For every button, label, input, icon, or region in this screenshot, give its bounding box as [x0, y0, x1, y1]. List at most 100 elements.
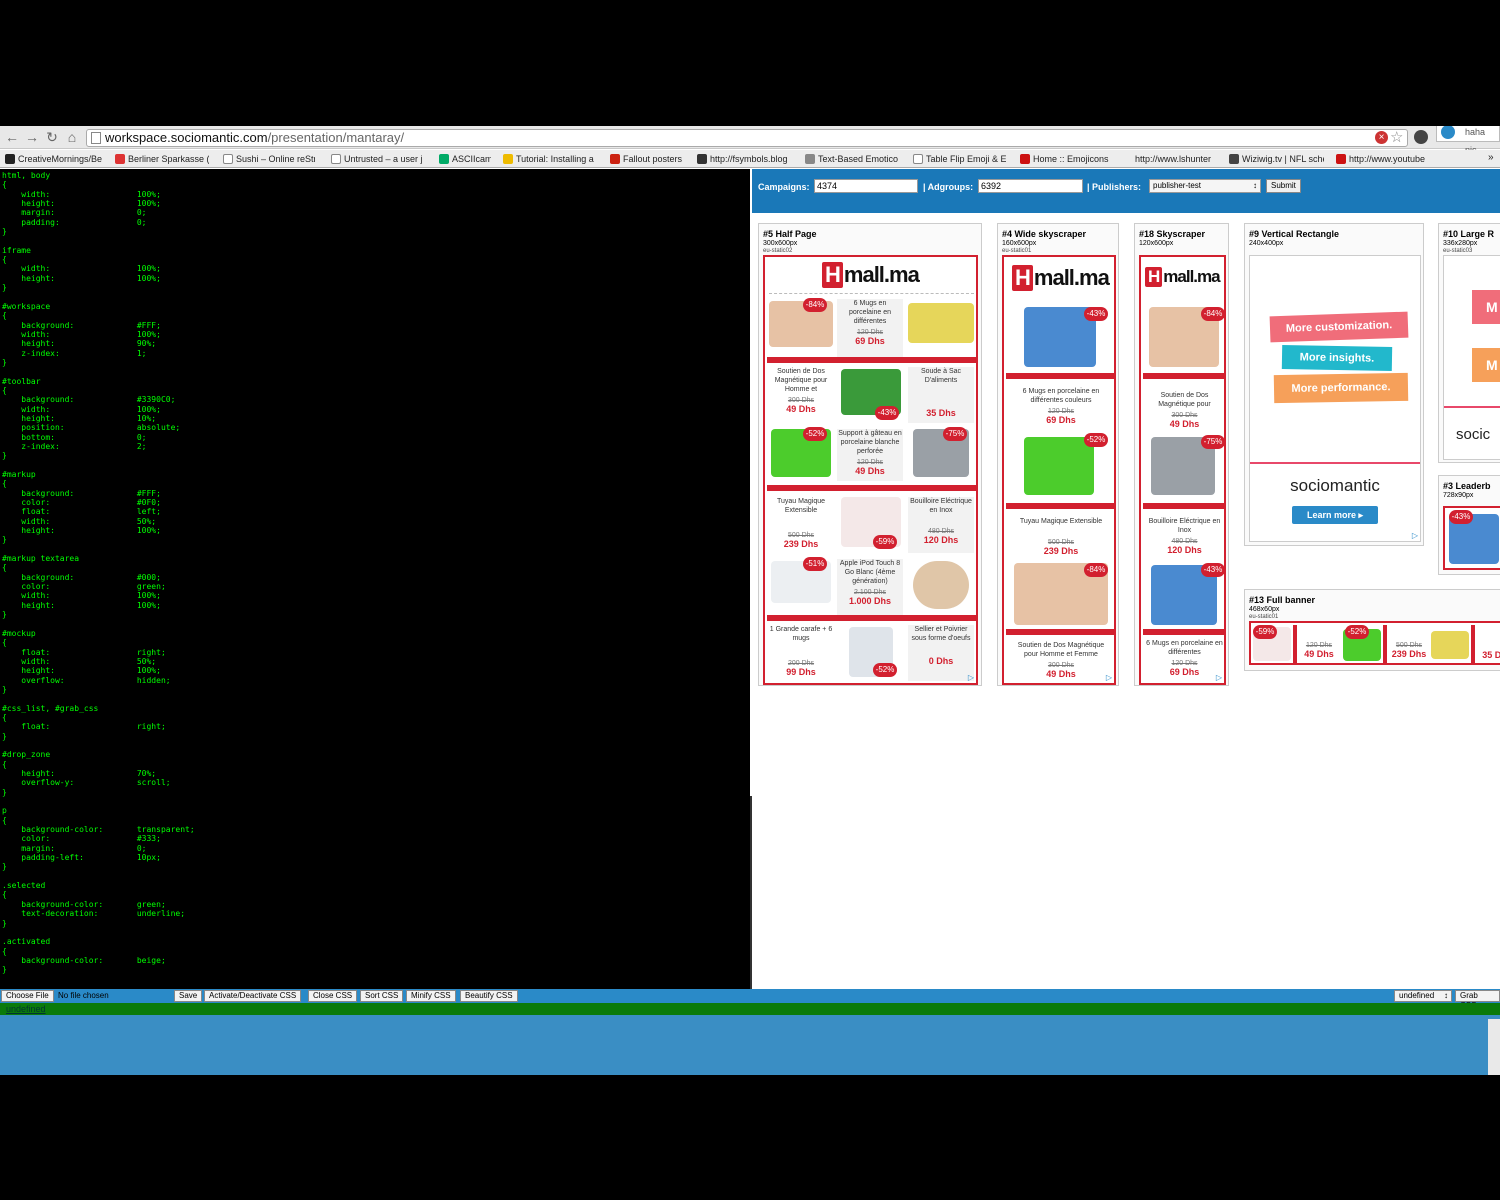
product-name: Sellier et Poivrier sous forme d'oeufs: [911, 626, 971, 642]
adgroups-input[interactable]: 6392: [978, 179, 1083, 193]
choose-file-button[interactable]: Choose File: [1, 990, 54, 1002]
hmall-ad-frame[interactable]: -43%: [1443, 506, 1500, 570]
bookmark-item[interactable]: http://fsymbols.blog: [697, 153, 793, 166]
product-new-price: 49 Dhs: [1169, 419, 1200, 429]
drop-zone-scrollbar[interactable]: [1488, 1019, 1500, 1075]
sort-css-button[interactable]: Sort CSS: [360, 990, 404, 1002]
bookmark-item[interactable]: CreativeMornings/Be: [5, 153, 103, 166]
product-cell-soutien[interactable]: Soutien de Dos Magnétique pour Homme et 3…: [769, 367, 833, 423]
product-cell-carafe[interactable]: 1 Grande carafe + 6 mugs 200 Dhs 99 Dhs: [769, 625, 833, 681]
ad-wide-skyscraper: #4 Wide skyscraper 160x600px eu-static01…: [997, 223, 1119, 686]
product-cell-mugs[interactable]: 6 Mugs en porcelaine en différentes coul…: [1010, 387, 1112, 433]
grab-css-button[interactable]: Grab CSS: [1455, 990, 1500, 1010]
bookmark-item[interactable]: Text-Based Emotico: [805, 153, 901, 166]
discount-badge: -52%: [1084, 433, 1108, 447]
hmall-ad-frame[interactable]: -59% 120 Dhs 49 Dhs -52% 500 Dhs 239 Dhs 3…: [1249, 621, 1500, 665]
bookmark-label: Untrusted – a user j: [344, 154, 423, 164]
product-cell-tuyau[interactable]: 500 Dhs 239 Dhs: [1389, 641, 1429, 663]
product-image-soude: [1431, 631, 1469, 659]
row-band: [767, 485, 976, 491]
submit-button[interactable]: Submit: [1266, 179, 1301, 193]
learn-more-button[interactable]: Learn more ▸: [1292, 506, 1378, 524]
adchoices-icon[interactable]: ▷: [1412, 531, 1418, 540]
notification-popup[interactable]: haha nic: [1436, 126, 1500, 155]
product-cell-support[interactable]: Support à gâteau en porcelaine blanche p…: [837, 429, 903, 481]
row-band: [1006, 503, 1114, 509]
product-cell-soude[interactable]: 35 Dhs: [1477, 651, 1500, 663]
extension-icon[interactable]: [1414, 130, 1428, 144]
bookmark-item[interactable]: Untrusted – a user j: [331, 153, 423, 166]
mockup-toolbar: Campaigns: 4374 | Adgroups: 6392 | Publi…: [752, 169, 1500, 213]
bookmark-item[interactable]: Home :: Emojicons: [1020, 153, 1112, 166]
close-css-button[interactable]: Close CSS: [308, 990, 358, 1002]
product-new-price: 239 Dhs: [1043, 546, 1079, 556]
adchoices-icon[interactable]: ▷: [1216, 673, 1222, 682]
product-cell-soude[interactable]: Soude à Sac D'aliments 35 Dhs: [908, 367, 974, 423]
product-new-price: 49 Dhs: [1046, 669, 1076, 679]
product-cell-sellier[interactable]: Sellier et Poivrier sous forme d'oeufs 0 …: [908, 625, 974, 681]
bookmark-label: http://fsymbols.blog: [710, 154, 788, 164]
product-new-price: 0 Dhs: [928, 656, 954, 666]
minify-css-button[interactable]: Minify CSS: [406, 990, 456, 1002]
discount-badge: -51%: [803, 557, 827, 571]
ad-title: #4 Wide skyscraper: [1002, 229, 1086, 239]
bookmark-item[interactable]: Fallout posters: [610, 153, 686, 166]
beautify-css-button[interactable]: Beautify CSS: [460, 990, 518, 1002]
bookmark-item[interactable]: Berliner Sparkasse (: [115, 153, 209, 166]
activate-css-button[interactable]: Activate/Deactivate CSS: [204, 990, 302, 1002]
product-cell-bouilloire[interactable]: Bouilloire Eléctrique en Inox 480 Dhs 120 …: [908, 497, 974, 553]
bookmark-item[interactable]: http://www.lshunter: [1122, 153, 1218, 166]
product-cell-soutien[interactable]: Soutien de Dos Magnétique pour 300 Dhs 49 …: [1145, 391, 1224, 433]
product-image-tuyau: [1024, 437, 1094, 495]
hmall-ad-frame[interactable]: Hmall.ma -84% Soutien de Dos Magnétique …: [1139, 255, 1226, 685]
sociomantic-ad-frame[interactable]: More customization. More insights. More …: [1249, 255, 1421, 542]
css-list-item[interactable]: undefined: [0, 1003, 1500, 1015]
stop-icon[interactable]: ×: [1375, 131, 1388, 144]
hmall-ad-frame[interactable]: Hmall.ma -43% 6 Mugs en porcelaine en di…: [1002, 255, 1116, 685]
publishers-select[interactable]: publisher-test ↕: [1149, 179, 1261, 193]
css-list-select[interactable]: undefined ↕: [1394, 990, 1452, 1002]
product-cell-mugs[interactable]: 6 Mugs en porcelaine en différentes 120 D…: [1145, 639, 1224, 683]
adchoices-icon[interactable]: ▷: [1106, 673, 1112, 682]
product-cell-soutien[interactable]: Soutien de Dos Magnétique pour Homme et …: [1010, 641, 1112, 683]
product-new-price: 69 Dhs: [855, 336, 885, 346]
product-cell-mugs[interactable]: 6 Mugs en porcelaine en différentes 120 D…: [837, 299, 903, 357]
ad-host: eu-static02: [763, 248, 793, 254]
save-button[interactable]: Save: [174, 990, 203, 1002]
hmall-ad-frame[interactable]: Hmall.ma -84% 6 Mugs en porcelaine en di…: [763, 255, 978, 685]
bookmark-star-icon[interactable]: ☆: [1390, 128, 1403, 146]
css-editor-textarea[interactable]: html, body { width: 100%; height: 100%; …: [0, 169, 750, 989]
bookmark-item[interactable]: Tutorial: Installing a: [503, 153, 596, 166]
forward-icon[interactable]: →: [24, 129, 40, 145]
product-cell-bouilloire[interactable]: Bouilloire Eléctrique en Inox 480 Dhs 120 …: [1145, 517, 1224, 565]
bookmark-item[interactable]: http://www.youtube: [1336, 153, 1432, 166]
sociomantic-ad-frame[interactable]: M M socic: [1443, 255, 1500, 460]
back-icon[interactable]: ←: [4, 129, 20, 145]
bookmark-item[interactable]: ASCIIcam: [439, 153, 491, 166]
more-bookmarks-icon[interactable]: »: [1488, 152, 1494, 163]
product-name: 1 Grande carafe + 6 mugs: [769, 626, 833, 642]
product-new-price: 69 Dhs: [1169, 667, 1200, 677]
row-band: [767, 357, 976, 363]
reload-icon[interactable]: ↻: [44, 129, 60, 145]
home-icon[interactable]: ⌂: [64, 129, 80, 145]
adchoices-icon[interactable]: ▷: [968, 673, 974, 682]
file-status-text: No file chosen: [58, 991, 109, 1000]
product-cell-ipod[interactable]: Apple iPod Touch 8 Go Blanc (4ème généra…: [837, 559, 903, 615]
drop-zone[interactable]: [0, 1015, 1500, 1075]
bookmark-label: Table Flip Emoji & E: [926, 154, 1006, 164]
bookmark-item[interactable]: Wiziwig.tv | NFL sche: [1229, 153, 1324, 166]
select-arrows-icon: ↕: [1444, 991, 1448, 1000]
ad-title: #5 Half Page: [763, 229, 817, 239]
product-cell-support[interactable]: 120 Dhs 49 Dhs: [1299, 641, 1339, 663]
row-band: [1293, 625, 1297, 663]
url-field[interactable]: workspace.sociomantic.com/presentation/m…: [86, 129, 1408, 147]
product-cell-tuyau[interactable]: Tuyau Magique Extensible 500 Dhs 239 Dhs: [1010, 517, 1112, 559]
row-band: [1143, 503, 1224, 509]
product-cell-tuyau[interactable]: Tuyau Magique Extensible 500 Dhs 239 Dhs: [769, 497, 833, 553]
discount-badge: -59%: [873, 535, 897, 549]
bookmark-item[interactable]: Table Flip Emoji & E: [913, 153, 1006, 166]
campaigns-input[interactable]: 4374: [814, 179, 918, 193]
bookmark-item[interactable]: Sushi – Online reStr: [223, 153, 315, 166]
bookmark-label: ASCIIcam: [452, 154, 491, 164]
